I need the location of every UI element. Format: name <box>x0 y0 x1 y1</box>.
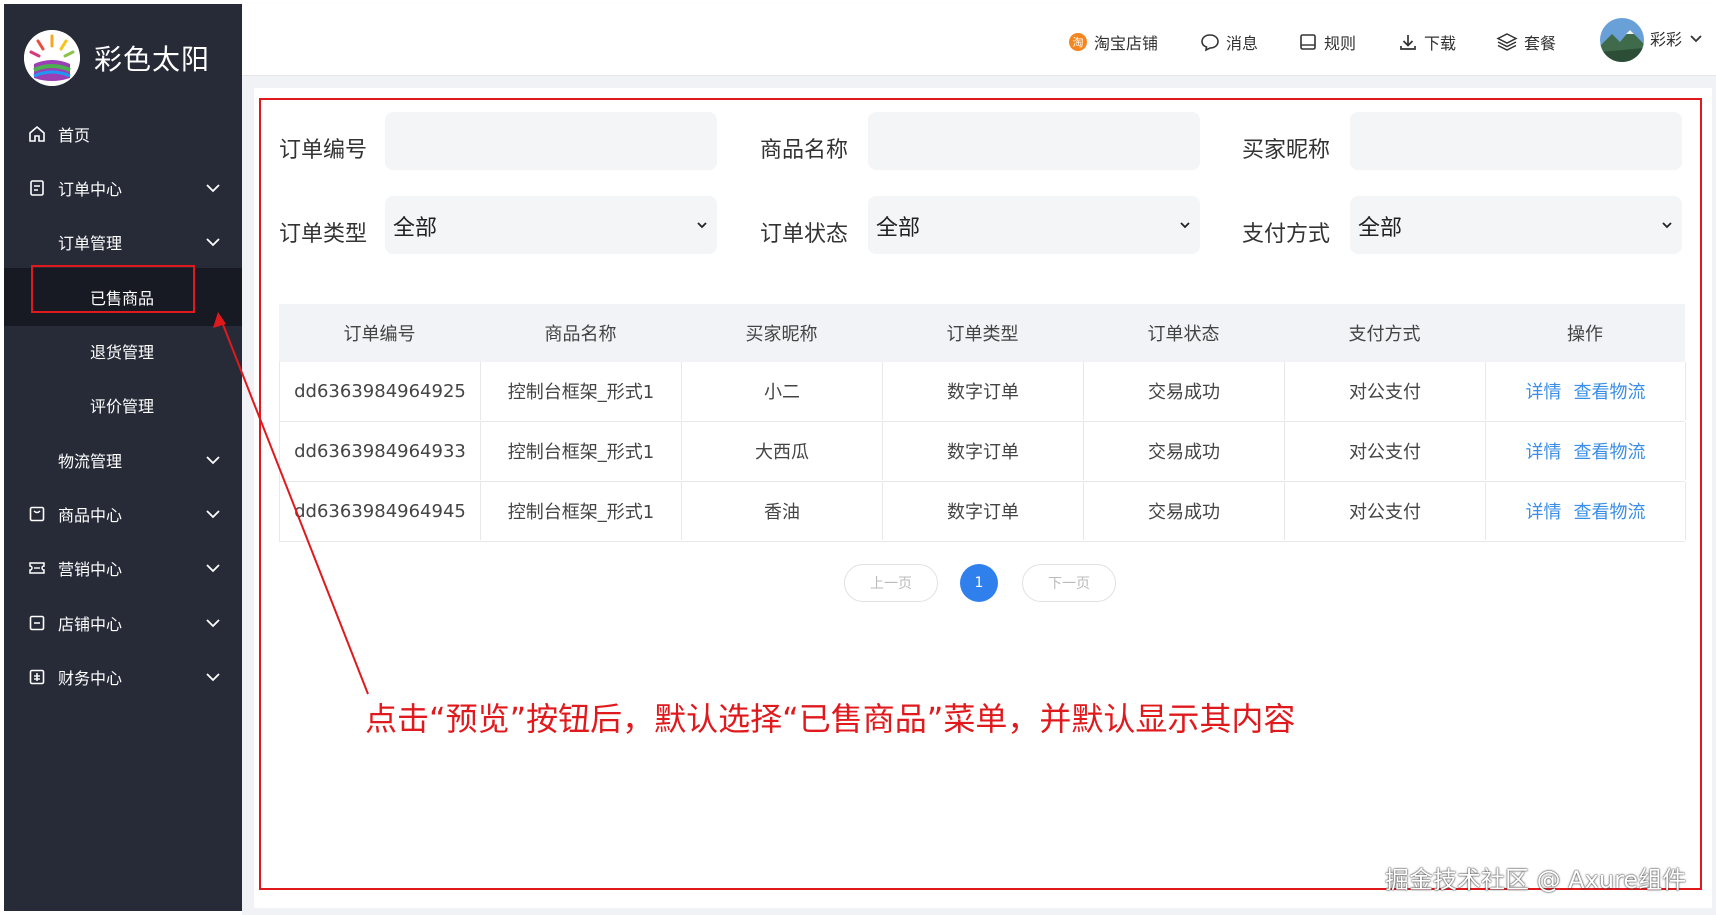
watermark: 掘金技术社区 @ Axure组件 <box>1385 866 1687 894</box>
annotation-note: 点击“预览”按钮后，默认选择“已售商品”菜单，并默认显示其内容 <box>365 700 1296 738</box>
annotation-arrow <box>213 312 369 695</box>
